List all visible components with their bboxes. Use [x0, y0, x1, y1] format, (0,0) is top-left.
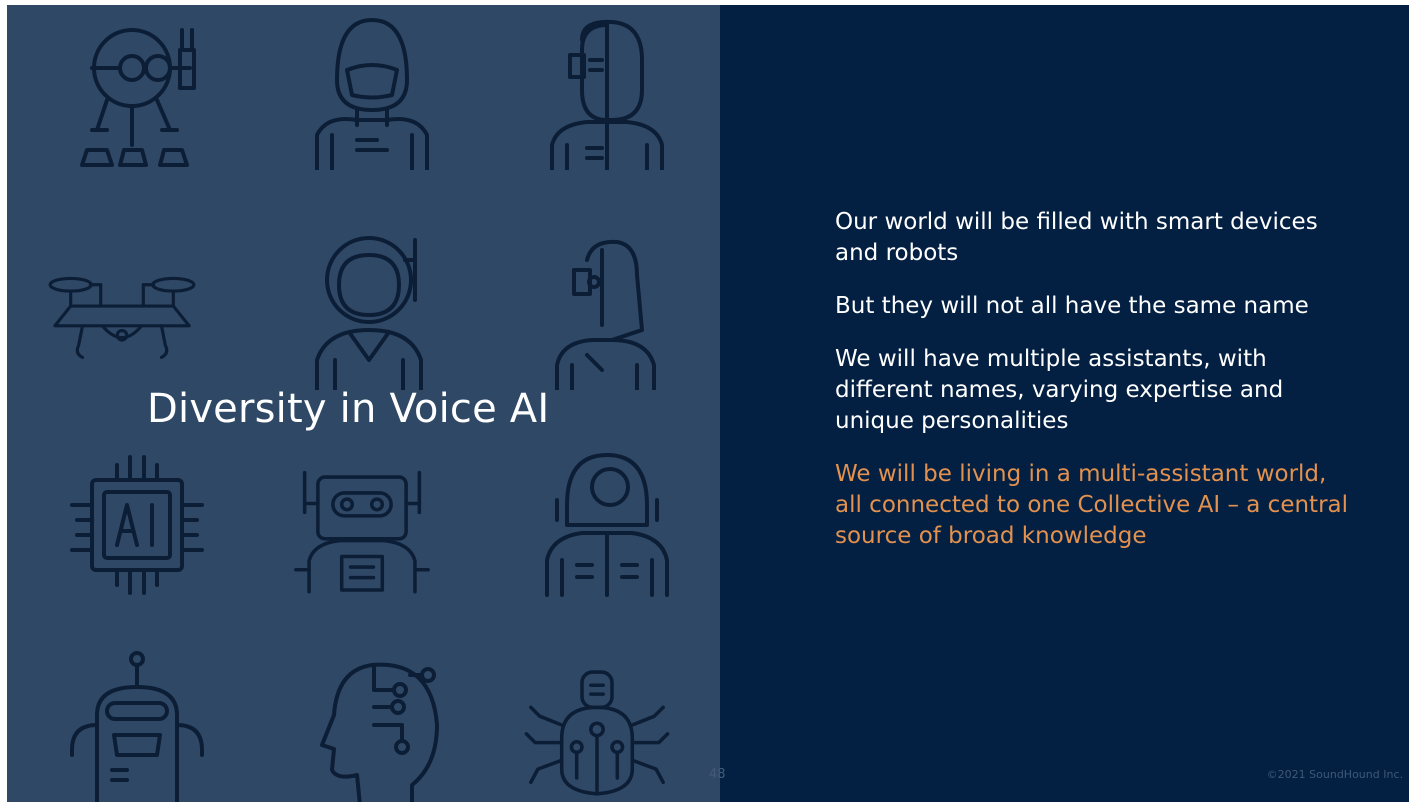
boxy-robot-icon	[287, 450, 437, 610]
helmet-robot-icon	[297, 10, 447, 172]
antenna-robot-icon	[62, 645, 212, 802]
bug-robot-icon	[522, 645, 672, 802]
half-cyborg-man-icon	[532, 10, 682, 172]
copyright-notice: ©2021 SoundHound Inc.	[1266, 768, 1403, 781]
ai-head-icon	[302, 645, 452, 802]
bullet-smart-devices: Our world will be filled with smart devi…	[835, 209, 1318, 266]
robot-icon-panel: Diversity in Voice AI	[7, 5, 720, 802]
bullet-same-name: But they will not all have the same name	[835, 293, 1309, 319]
bullet-list: Our world will be filled with smart devi…	[835, 207, 1355, 574]
slide-title: Diversity in Voice AI	[147, 386, 550, 432]
presentation-slide: Diversity in Voice AI Our world will be …	[7, 5, 1409, 802]
bullet-multiple-assistants: We will have multiple assistants, with d…	[835, 346, 1284, 434]
drone-icon	[47, 230, 197, 390]
bullet-collective-ai: We will be living in a multi-assistant w…	[835, 461, 1349, 549]
page-number: 48	[709, 767, 726, 782]
space-suit-robot-icon	[532, 445, 682, 605]
one-eyed-robot-icon	[62, 10, 212, 170]
ai-chip-icon	[62, 445, 212, 605]
astronaut-robot-icon	[297, 230, 447, 392]
female-cyborg-icon	[532, 230, 682, 392]
